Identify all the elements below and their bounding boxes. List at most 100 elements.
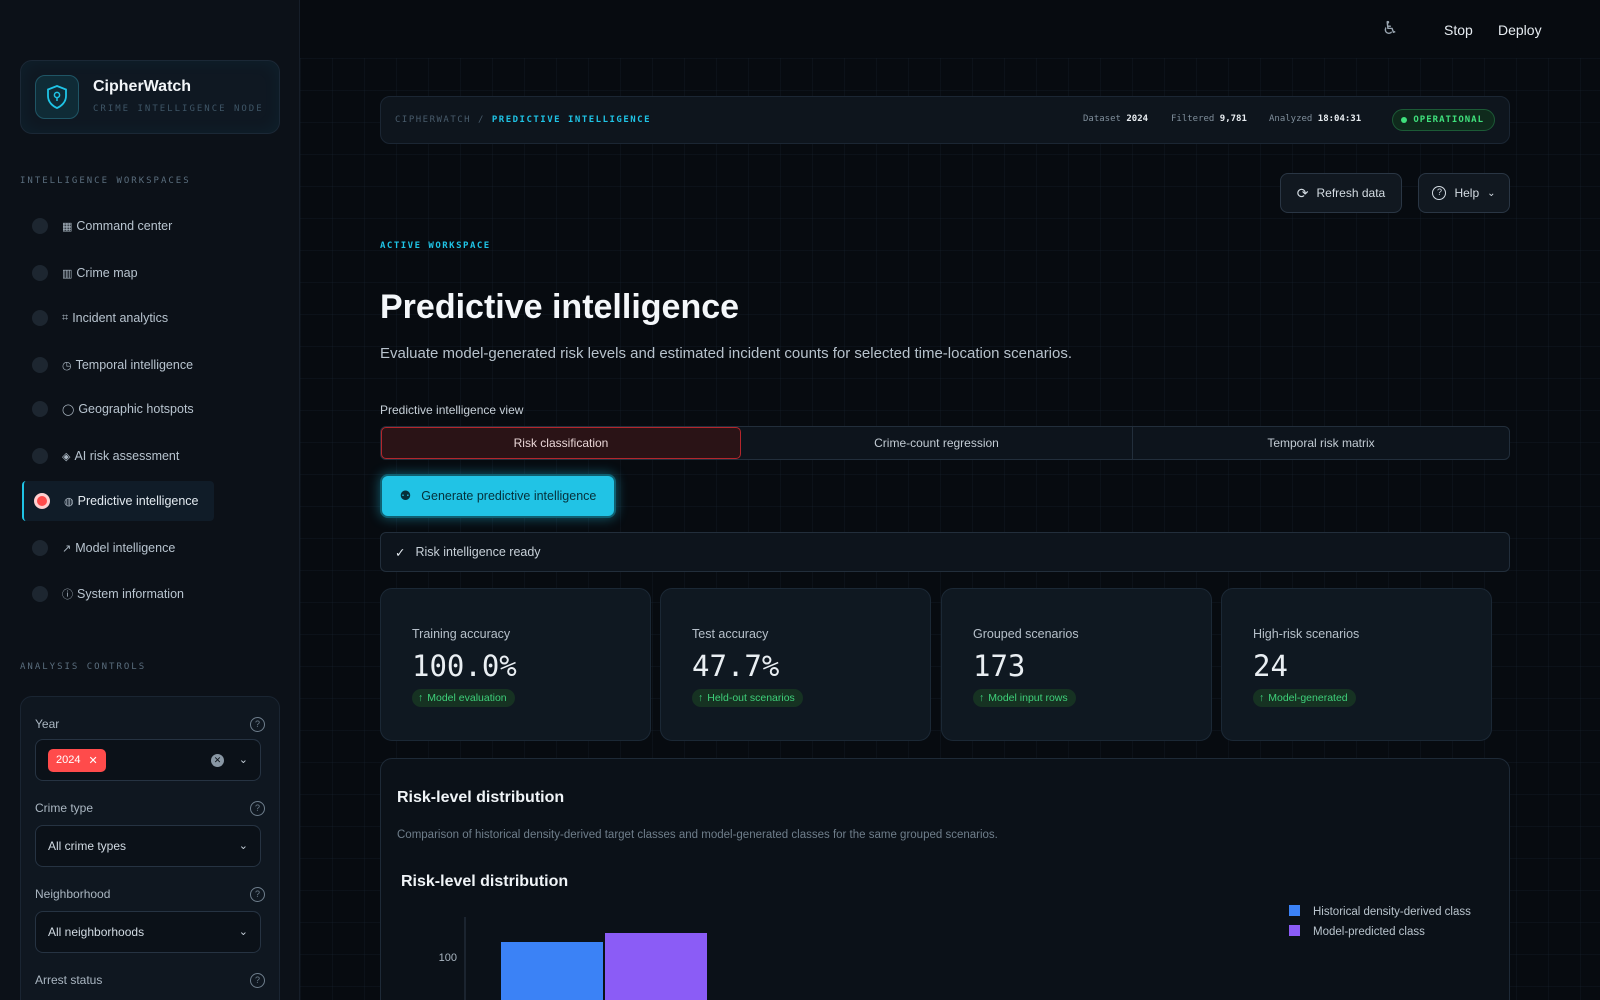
ready-label: Risk intelligence ready	[415, 545, 541, 559]
neighborhood-value: All neighborhoods	[48, 925, 145, 939]
radio-icon[interactable]	[32, 218, 48, 234]
tab-temporal-risk-matrix[interactable]: Temporal risk matrix	[1133, 427, 1509, 459]
bar-historical[interactable]	[501, 942, 603, 1000]
view-selector: Risk classification Crime-count regressi…	[380, 426, 1510, 460]
generate-predictive-intelligence-button[interactable]: ⚉ Generate predictive intelligence	[380, 474, 616, 518]
sidebar-item-incident-analytics[interactable]: ⌗ Incident analytics	[22, 298, 168, 338]
year-help-icon[interactable]: ?	[250, 717, 265, 732]
metric-badge: ↑ Model-generated	[1253, 689, 1356, 707]
tab-risk-classification[interactable]: Risk classification	[381, 427, 741, 459]
radio-icon[interactable]	[32, 265, 48, 281]
chevron-down-icon: ⌄	[1487, 187, 1496, 199]
arrow-up-icon: ↑	[979, 692, 985, 704]
status-badge: OPERATIONAL	[1392, 109, 1495, 131]
brand-card[interactable]: CipherWatch CRIME INTELLIGENCE NODE	[20, 60, 280, 134]
brain-icon: ⚉	[399, 488, 412, 503]
crime-type-value: All crime types	[48, 839, 127, 853]
sidebar-item-crime-map[interactable]: ▥ Crime map	[22, 253, 138, 293]
nav-glyph-icon: ⌗	[62, 311, 69, 324]
sidebar-item-system-information[interactable]: ⓘ System information	[22, 574, 184, 614]
metric-badge-label: Model-generated	[1268, 692, 1348, 704]
radio-icon[interactable]	[32, 448, 48, 464]
legend-swatch[interactable]	[1289, 905, 1300, 916]
page-subtitle: Evaluate model-generated risk levels and…	[380, 345, 1073, 362]
radio-icon[interactable]	[34, 493, 50, 509]
chevron-down-icon[interactable]: ⌄	[239, 925, 248, 938]
sidebar-item-label: Geographic hotspots	[78, 402, 194, 416]
help-label: Help	[1454, 186, 1480, 200]
controls-section-label: ANALYSIS CONTROLS	[20, 662, 147, 672]
chevron-down-icon[interactable]: ⌄	[239, 839, 248, 852]
radio-icon[interactable]	[32, 401, 48, 417]
arrow-up-icon: ↑	[698, 692, 704, 704]
sidebar-item-temporal-intelligence[interactable]: ◷ Temporal intelligence	[22, 345, 193, 385]
brand-subtitle: CRIME INTELLIGENCE NODE	[93, 104, 264, 114]
sidebar-item-label: Incident analytics	[72, 311, 169, 325]
checkmark-icon: ✓	[395, 545, 406, 560]
year-label: Year	[35, 717, 60, 731]
sidebar-item-model-intelligence[interactable]: ↗ Model intelligence	[22, 528, 175, 568]
sidebar: CipherWatch CRIME INTELLIGENCE NODE INTE…	[0, 0, 300, 1000]
radio-icon[interactable]	[32, 586, 48, 602]
clear-icon[interactable]: ✕	[211, 754, 224, 767]
metric-badge-label: Held-out scenarios	[707, 692, 795, 704]
stop-button[interactable]: Stop	[1444, 22, 1473, 38]
nav-glyph-icon: ◍	[64, 495, 74, 508]
metric-value: 24	[1253, 649, 1288, 683]
crime-type-help-icon[interactable]: ?	[250, 801, 265, 816]
sidebar-item-ai-risk-assessment[interactable]: ◈ AI risk assessment	[22, 436, 179, 476]
tab-crime-count-regression[interactable]: Crime-count regression	[741, 427, 1133, 459]
sidebar-item-label: Predictive intelligence	[77, 494, 199, 508]
legend-label[interactable]: Model-predicted class	[1313, 926, 1425, 938]
breadcrumb-root[interactable]: CIPHERWATCH /	[395, 115, 485, 125]
metric-value: 173	[973, 649, 1026, 683]
analyzed-value: 18:04:31	[1317, 114, 1362, 124]
neighborhood-select[interactable]: All neighborhoods ⌄	[35, 911, 261, 953]
nav-glyph-icon: ↗	[62, 542, 72, 555]
year-chip[interactable]: 2024 ✕	[48, 748, 106, 772]
metric-badge: ↑ Model input rows	[973, 689, 1076, 707]
radio-icon[interactable]	[32, 310, 48, 326]
sidebar-item-geographic-hotspots[interactable]: ◯ Geographic hotspots	[22, 389, 194, 429]
status-dot-icon	[1401, 117, 1408, 123]
refresh-data-button[interactable]: ⟳ Refresh data	[1280, 173, 1402, 213]
view-selector-label: Predictive intelligence view	[380, 403, 524, 417]
bar-predicted[interactable]	[605, 933, 707, 1000]
nav-glyph-icon: ◯	[62, 403, 75, 416]
legend-swatch[interactable]	[1289, 925, 1300, 936]
dataset-meta: Dataset 2024	[1083, 114, 1148, 124]
arrest-status-help-icon[interactable]: ?	[250, 973, 265, 988]
metric-card: Training accuracy 100.0% ↑ Model evaluation	[380, 588, 651, 741]
y-tick-label: 100	[439, 952, 457, 964]
sidebar-item-label: Crime map	[76, 266, 138, 280]
legend-label[interactable]: Historical density-derived class	[1313, 906, 1471, 918]
neighborhood-help-icon[interactable]: ?	[250, 887, 265, 902]
metric-value: 47.7%	[692, 649, 780, 683]
help-button[interactable]: ? Help ⌄	[1418, 173, 1510, 213]
chart-title: Risk-level distribution	[401, 873, 569, 890]
metric-label: High-risk scenarios	[1253, 627, 1360, 641]
metric-card: Grouped scenarios 173 ↑ Model input rows	[941, 588, 1212, 741]
year-multiselect[interactable]: 2024 ✕ ✕ ⌄	[35, 739, 261, 781]
sidebar-item-label: AI risk assessment	[74, 449, 180, 463]
ready-status: ✓ Risk intelligence ready	[380, 532, 1510, 572]
deploy-button[interactable]: Deploy	[1498, 22, 1542, 38]
crime-type-select[interactable]: All crime types ⌄	[35, 825, 261, 867]
sidebar-item-command-center[interactable]: ▦ Command center	[22, 206, 172, 246]
metric-badge-label: Model input rows	[988, 692, 1068, 704]
radio-icon[interactable]	[32, 540, 48, 556]
panel-subtitle: Comparison of historical density-derived…	[397, 829, 998, 841]
metric-label: Test accuracy	[692, 627, 769, 641]
arrow-up-icon: ↑	[418, 692, 424, 704]
risk-distribution-panel: Risk-level distribution Comparison of hi…	[380, 758, 1510, 1000]
metric-badge-label: Model evaluation	[427, 692, 507, 704]
nav-glyph-icon: ◷	[62, 359, 72, 372]
accessibility-icon[interactable]: ♿	[1382, 18, 1398, 39]
chip-remove-icon[interactable]: ✕	[88, 754, 97, 767]
sidebar-item-predictive-intelligence[interactable]: ◍ Predictive intelligence	[22, 481, 214, 521]
nav-glyph-icon: ⓘ	[62, 589, 73, 601]
sidebar-item-label: Temporal intelligence	[75, 358, 194, 372]
radio-icon[interactable]	[32, 357, 48, 373]
page-title: Predictive intelligence	[380, 288, 740, 326]
chevron-down-icon[interactable]: ⌄	[239, 753, 248, 766]
